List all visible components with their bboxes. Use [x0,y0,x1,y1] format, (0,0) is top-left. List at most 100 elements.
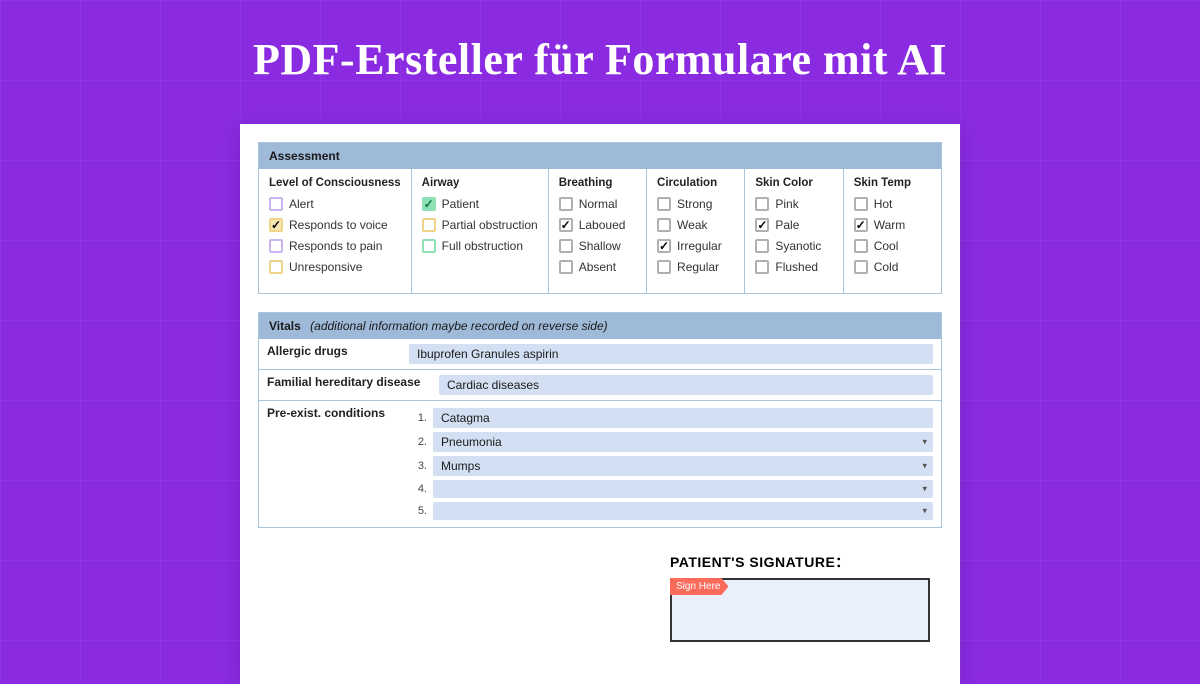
checkbox-item[interactable]: ✓ Responds to voice [269,218,401,232]
checkbox-label: Shallow [579,239,621,253]
checkbox-item[interactable]: Cold [854,260,931,274]
condition-row: 4. ▾ [409,479,935,499]
checkbox-item[interactable]: ✓Warm [854,218,931,232]
checkbox-item[interactable]: Syanotic [755,239,832,253]
checkbox-item[interactable]: Absent [559,260,636,274]
assessment-column-title: Breathing [559,177,636,189]
checkbox-label: Patient [442,197,479,211]
checkbox-item[interactable]: Pink [755,197,832,211]
condition-dropdown[interactable]: Pneumonia▾ [433,432,933,452]
assessment-panel: Assessment Level of Consciousness Alert ✓ R… [258,142,942,294]
checkbox-label: Syanotic [775,239,821,253]
assessment-column: Airway ✓ Patient Partial obstruction Full ob… [412,169,549,293]
checkbox-icon: ✓ [422,197,436,211]
checkbox-item[interactable]: Partial obstruction [422,218,538,232]
checkbox-item[interactable]: Regular [657,260,734,274]
checkbox-item[interactable]: Full obstruction [422,239,538,253]
checkbox-item[interactable]: ✓ Irregular [657,239,734,253]
checkbox-icon [422,239,436,253]
checkbox-label: Normal [579,197,618,211]
checkbox-item[interactable]: ✓ Laboued [559,218,636,232]
checkbox-icon [269,239,283,253]
checkbox-item[interactable]: Strong [657,197,734,211]
vitals-row-preexist: Pre-exist. conditions 1. Catagma 2. Pneumon… [259,400,941,527]
form-document: Assessment Level of Consciousness Alert ✓ R… [240,124,960,684]
allergic-drugs-field[interactable]: Ibuprofen Granules aspirin [409,339,941,369]
checkbox-icon: ✓ [559,218,573,232]
condition-row: 2. Pneumonia▾ [409,431,935,453]
condition-dropdown[interactable]: Catagma [433,408,933,428]
preexist-list-field: 1.Catagma2.Pneumonia▾3.Mumps▾4.▾5.▾ [409,401,941,527]
checkbox-label: Flushed [775,260,818,274]
checkbox-icon [559,197,573,211]
signature-section: PATIENT'S SIGNATURE： Sign Here [670,552,930,642]
checkbox-label: Hot [874,197,893,211]
checkbox-item[interactable]: Normal [559,197,636,211]
condition-number: 1. [409,412,427,424]
condition-row: 5.▾ [409,501,935,521]
checkbox-item[interactable]: ✓Pale [755,218,832,232]
checkbox-icon [559,260,573,274]
checkbox-item[interactable]: Shallow [559,239,636,253]
checkbox-label: Responds to pain [289,239,382,253]
vitals-row-familial: Familial hereditary disease Cardiac dise… [259,369,941,400]
checkbox-icon [422,218,436,232]
checkbox-label: Full obstruction [442,239,523,253]
checkbox-icon [854,260,868,274]
checkbox-icon [755,197,769,211]
assessment-column-title: Airway [422,177,538,189]
checkbox-label: Irregular [677,239,722,253]
hero-title: PDF-Ersteller für Formulare mit AI [0,0,1200,85]
checkbox-item[interactable]: ✓ Patient [422,197,538,211]
checkbox-icon [854,239,868,253]
signature-field[interactable]: Sign Here [670,578,930,642]
checkbox-icon [657,218,671,232]
condition-dropdown[interactable]: ▾ [433,480,933,498]
condition-dropdown[interactable]: ▾ [433,502,933,520]
checkbox-label: Cold [874,260,899,274]
condition-dropdown[interactable]: Mumps▾ [433,456,933,476]
checkbox-icon: ✓ [657,239,671,253]
assessment-column-title: Skin Temp [854,177,931,189]
checkbox-icon: ✓ [269,218,283,232]
checkbox-label: Regular [677,260,719,274]
checkbox-icon [269,197,283,211]
allergic-drugs-label: Allergic drugs [259,339,409,369]
assessment-column-title: Skin Color [755,177,832,189]
checkbox-label: Alert [289,197,314,211]
checkbox-icon [755,239,769,253]
assessment-column-title: Circulation [657,177,734,189]
checkbox-item[interactable]: Flushed [755,260,832,274]
chevron-down-icon: ▾ [922,484,927,495]
condition-number: 4. [409,483,427,495]
chevron-down-icon: ▾ [922,437,927,448]
familial-disease-field[interactable]: Cardiac diseases [439,370,941,400]
familial-disease-label: Familial hereditary disease [259,370,439,400]
condition-row: 3.Mumps▾ [409,455,935,477]
familial-disease-value: Cardiac diseases [439,375,933,395]
preexist-label: Pre-exist. conditions [259,401,409,527]
allergic-drugs-value: Ibuprofen Granules aspirin [409,344,933,364]
assessment-column-title: Level of Consciousness [269,177,401,189]
checkbox-label: Weak [677,218,707,232]
checkbox-item[interactable]: Alert [269,197,401,211]
checkbox-icon [269,260,283,274]
checkbox-item[interactable]: Cool [854,239,931,253]
assessment-column: Circulation Strong Weak ✓ Irregular Regular [647,169,745,293]
assessment-body: Level of Consciousness Alert ✓ Responds to … [259,169,941,293]
condition-row: 1. Catagma [409,407,935,429]
checkbox-label: Responds to voice [289,218,388,232]
checkbox-item[interactable]: Hot [854,197,931,211]
checkbox-item[interactable]: Responds to pain [269,239,401,253]
checkbox-item[interactable]: Unresponsive [269,260,401,274]
chevron-down-icon: ▾ [922,506,927,517]
sign-here-tag: Sign Here [670,578,728,595]
assessment-header: Assessment [259,143,941,169]
checkbox-icon: ✓ [854,218,868,232]
checkbox-icon: ✓ [755,218,769,232]
checkbox-item[interactable]: Weak [657,218,734,232]
checkbox-label: Laboued [579,218,626,232]
chevron-down-icon: ▾ [922,461,927,472]
vitals-row-allergic: Allergic drugs Ibuprofen Granules aspiri… [259,339,941,369]
condition-number: 2. [409,436,427,448]
